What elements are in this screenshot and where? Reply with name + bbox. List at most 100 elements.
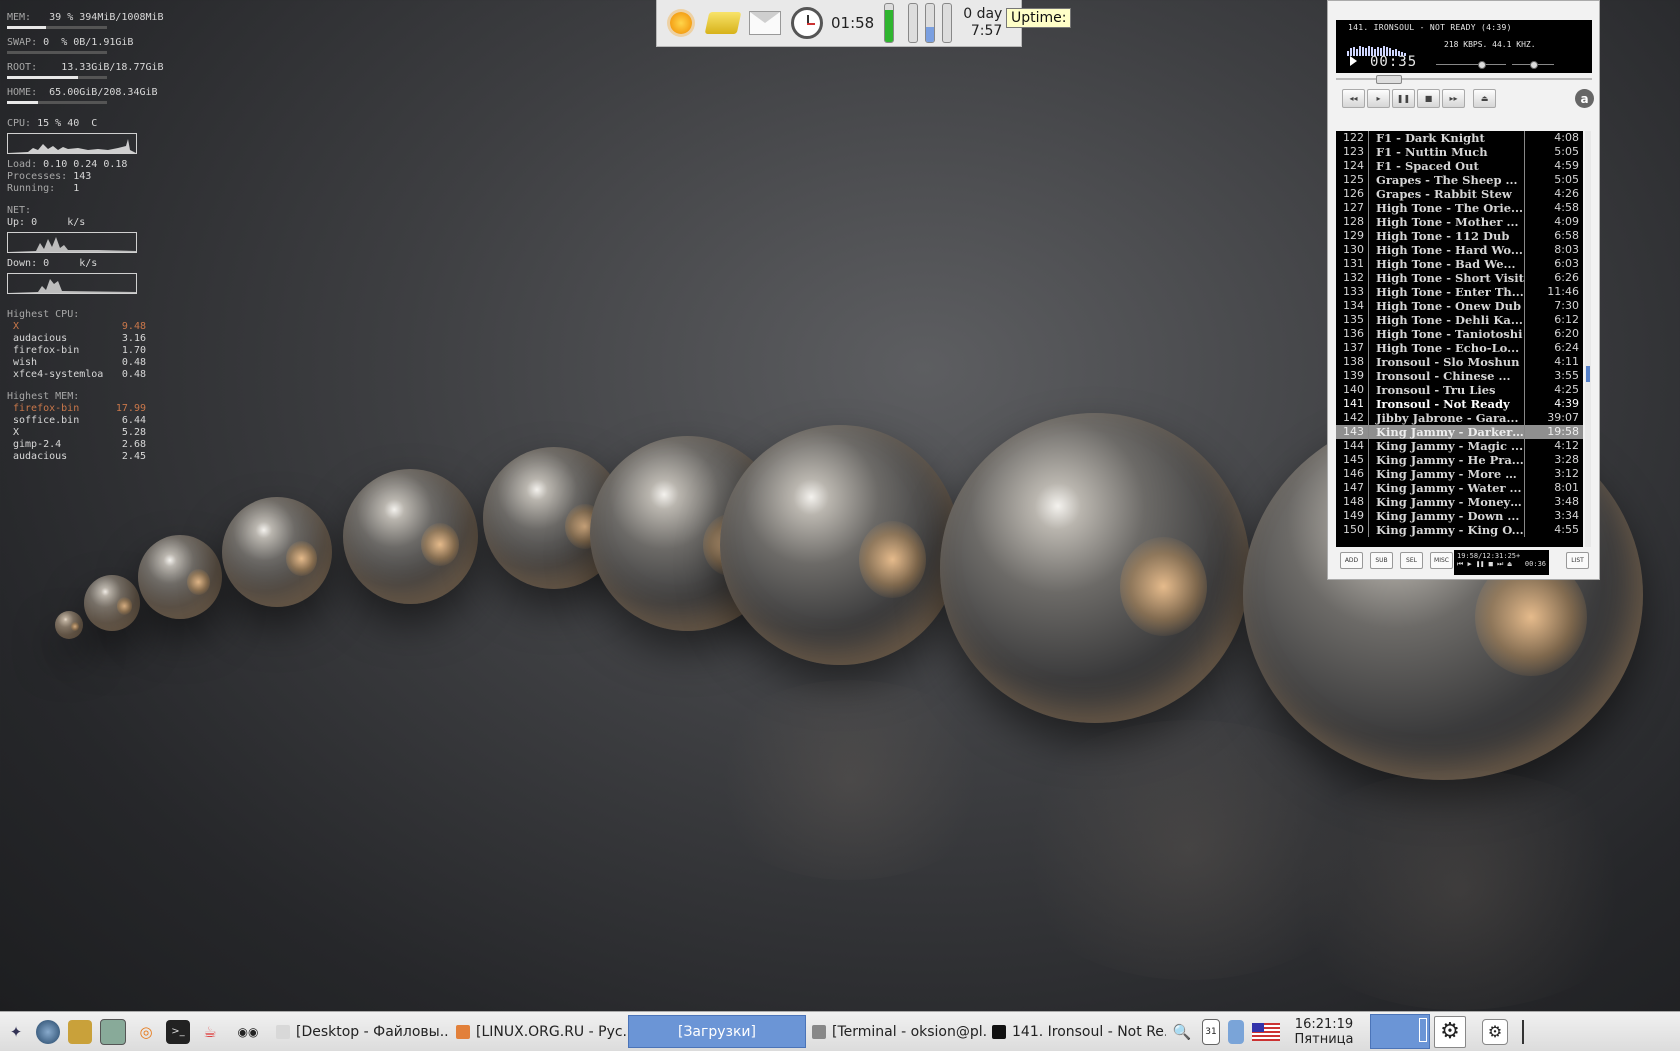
balance-slider[interactable] [1512,61,1554,69]
player-titlebar[interactable] [1328,1,1599,15]
mail-icon[interactable] [747,5,783,41]
uptime-display[interactable]: 0 day 7:57 [963,6,1002,40]
track-duration: 6:26 [1524,271,1583,285]
playlist-row[interactable]: 149 King Jammy - Down ... 3:34 [1336,509,1583,523]
network-icon[interactable] [1228,1019,1244,1044]
playlist-row[interactable]: 140 Ironsoul - Tru Lies 4:25 [1336,383,1583,397]
pause-button[interactable]: ❚❚ [1392,89,1415,108]
track-duration: 3:12 [1524,467,1583,481]
playlist-row[interactable]: 133 High Tone - Enter Th... 11:46 [1336,285,1583,299]
playlist-row[interactable]: 139 Ironsoul - Chinese ... 3:55 [1336,369,1583,383]
show-desktop-icon[interactable] [1522,1019,1544,1044]
swap-value: 0 % 0B/1.91GiB [43,37,134,48]
playlist-row[interactable]: 148 King Jammy - Money ... 3:48 [1336,495,1583,509]
xfce-mouse-icon[interactable]: ✦ [4,1020,28,1044]
playlist-sel-button[interactable]: SEL [1400,552,1423,569]
next-button[interactable]: ▸▸ [1442,89,1465,108]
playlist-row[interactable]: 131 High Tone - Bad We... 6:03 [1336,257,1583,271]
bar-fill [7,101,38,104]
screenshot-icon[interactable] [100,1018,126,1045]
taskbar-clock[interactable]: 16:21:19 Пятница [1292,1017,1356,1047]
taskbar-task[interactable]: [Desktop - Файловы... [270,1015,450,1048]
workspace-pager[interactable] [1370,1014,1430,1049]
playlist-row[interactable]: 150 King Jammy - King O... 4:55 [1336,523,1583,537]
system-meter[interactable] [908,3,919,43]
mini-transport-icons[interactable]: ⏮ ▶ ❚❚ ■ ⏭ ⏏ [1457,560,1512,569]
process-name: firefox-bin [13,403,80,414]
clock-icon[interactable] [789,5,825,41]
calendar-icon[interactable]: 31 [1202,1018,1220,1045]
playlist-row[interactable]: 127 High Tone - The Orie... 4:58 [1336,201,1583,215]
playlist-row[interactable]: 138 Ironsoul - Slo Moshun 4:11 [1336,355,1583,369]
playlist-row[interactable]: 136 High Tone - Taniotoshi 6:20 [1336,327,1583,341]
playlist-row[interactable]: 132 High Tone - Short Visit 6:26 [1336,271,1583,285]
preferences-icon[interactable]: ⚙ [1482,1018,1508,1045]
system-meter[interactable] [925,3,936,43]
mini-controls[interactable]: ⏮ ▶ ❚❚ ■ ⏭ ⏏ 00:36 [1457,560,1546,569]
player-display[interactable]: 141. IRONSOUL - NOT READY (4:39) 218 KBP… [1336,20,1592,73]
playlist-row[interactable]: 144 King Jammy - Magic ... 4:12 [1336,439,1583,453]
weather-sun-icon[interactable] [663,5,699,41]
playlist-row[interactable]: 147 King Jammy - Water ... 8:01 [1336,481,1583,495]
playlist-scrollbar[interactable] [1585,131,1591,547]
panel-clock[interactable]: 01:58 [831,14,874,32]
eyes-icon[interactable]: ◉◉ [230,1020,266,1044]
taskbar: ✦ ◎ >_ ☕ ◉◉ [Desktop - Файловы... [LINUX.… [0,1011,1680,1051]
us-flag-icon[interactable] [1252,1022,1280,1041]
list-button[interactable]: LIST [1566,552,1589,569]
playlist-add-button[interactable]: ADD [1340,552,1363,569]
track-number: 126 [1343,187,1364,200]
system-meter[interactable] [884,3,895,43]
playlist-row[interactable]: 146 King Jammy - More D... 3:12 [1336,467,1583,481]
settings-gear-icon[interactable]: ⚙ [1434,1015,1466,1048]
track-number: 142 [1343,411,1364,424]
audacious-player[interactable]: 141. IRONSOUL - NOT READY (4:39) 218 KBP… [1327,0,1600,580]
notes-icon[interactable] [68,1019,92,1044]
playlist-row[interactable]: 145 King Jammy - He Pra... 3:28 [1336,453,1583,467]
playlist-row[interactable]: 135 High Tone - Dehli Ka... 6:12 [1336,313,1583,327]
track-duration: 6:03 [1524,257,1583,271]
swap-line: SWAP: 0 % 0B/1.91GiB [7,37,167,49]
java-icon[interactable]: ☕ [198,1020,222,1044]
down-label: Down: [7,258,38,269]
playlist-row[interactable]: 129 High Tone - 112 Dub 6:58 [1336,229,1583,243]
volume-slider[interactable] [1436,61,1506,69]
playlist-row[interactable]: 126 Grapes - Rabbit Stew 4:26 [1336,187,1583,201]
system-meters[interactable] [884,3,959,43]
taskbar-task[interactable]: [Загрузки] [628,1015,806,1048]
playlist-row[interactable]: 124 F1 - Spaced Out 4:59 [1336,159,1583,173]
track-title: King Jammy - Water ... [1368,481,1524,495]
playlist-row[interactable]: 125 Grapes - The Sheep ... 5:05 [1336,173,1583,187]
playlist-row[interactable]: 134 High Tone - Onew Dub 7:30 [1336,299,1583,313]
playlist-row[interactable]: 142 Jibby Jabrone - Gara... 39:07 [1336,411,1583,425]
playlist[interactable]: 122 F1 - Dark Knight 4:08 123 F1 - Nuttin Mu… [1336,131,1583,547]
playlist-row[interactable]: 122 F1 - Dark Knight 4:08 [1336,131,1583,145]
playlist-misc-button[interactable]: MISC [1430,552,1453,569]
track-duration: 8:01 [1524,481,1583,495]
track-number: 127 [1343,201,1364,214]
play-button[interactable]: ▸ [1367,89,1390,108]
playlist-row[interactable]: 128 High Tone - Mother ... 4:09 [1336,215,1583,229]
playlist-row[interactable]: 137 High Tone - Echo-Lo... 6:24 [1336,341,1583,355]
playlist-row[interactable]: 123 F1 - Nuttin Much 5:05 [1336,145,1583,159]
track-number: 122 [1343,131,1364,144]
terminal-icon[interactable]: >_ [166,1019,190,1044]
system-meter[interactable] [942,3,953,43]
search-icon[interactable]: 🔍 [1170,1020,1194,1044]
previous-button[interactable]: ◂◂ [1342,89,1365,108]
blender-icon[interactable]: ◎ [134,1020,158,1044]
taskbar-task[interactable]: [LINUX.ORG.RU - Рус... [450,1015,628,1048]
playlist-row[interactable]: 141 Ironsoul - Not Ready 4:39 [1336,397,1583,411]
seek-bar[interactable] [1336,75,1592,84]
playlist-row[interactable]: 130 High Tone - Hard Wo... 8:03 [1336,243,1583,257]
browser-icon[interactable] [36,1019,60,1044]
taskbar-task[interactable]: [Terminal - oksion@pl... [806,1015,986,1048]
elapsed-time[interactable]: 00:35 [1370,54,1417,70]
eject-button[interactable]: ⏏ [1473,89,1496,108]
audacious-logo-icon[interactable]: a [1575,89,1594,108]
taskbar-task[interactable]: 141. Ironsoul - Not Re... [986,1015,1166,1048]
stop-button[interactable]: ■ [1417,89,1440,108]
playlist-row[interactable]: 143 King Jammy - Darker ... 19:58 [1336,425,1583,439]
playlist-sub-button[interactable]: SUB [1370,552,1393,569]
folder-icon[interactable] [704,5,742,41]
